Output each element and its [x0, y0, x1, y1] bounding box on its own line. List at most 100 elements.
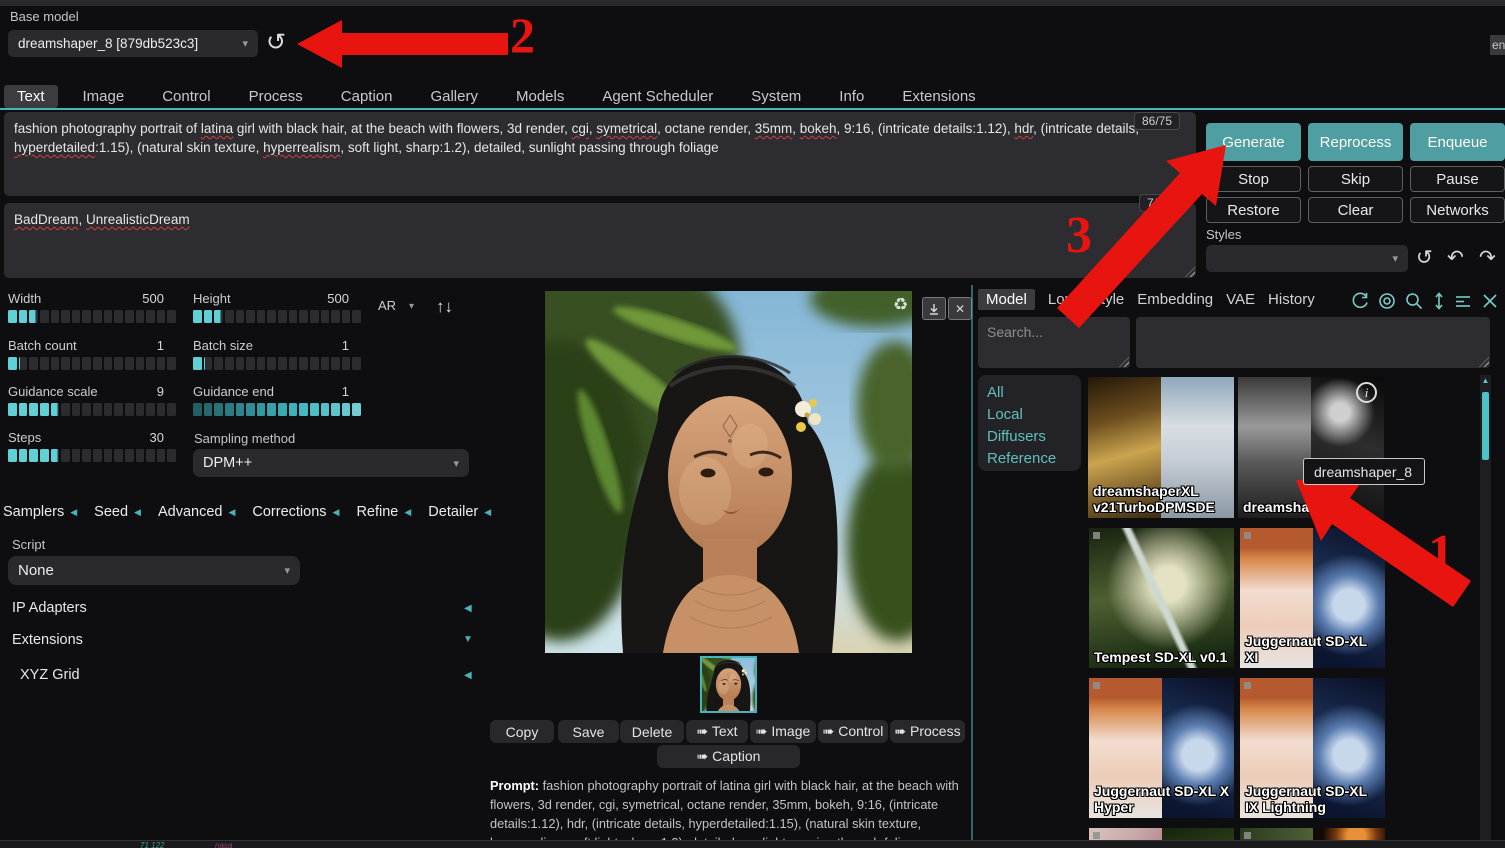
- chevron-down-icon: ▾: [409, 302, 414, 312]
- model-card[interactable]: Tempest SD-XL v0.1: [1089, 528, 1234, 668]
- networks-tab-model[interactable]: Model: [978, 289, 1035, 310]
- stop-button[interactable]: Stop: [1206, 166, 1301, 192]
- download-image-button[interactable]: [922, 297, 946, 320]
- tab-caption[interactable]: Caption: [328, 85, 406, 108]
- target-icon[interactable]: [1377, 291, 1397, 311]
- reprocess-button[interactable]: Reprocess: [1308, 123, 1403, 161]
- pause-button[interactable]: Pause: [1410, 166, 1505, 192]
- filter-local[interactable]: Local: [987, 404, 1081, 426]
- slider-width[interactable]: Width500: [8, 291, 176, 323]
- clear-button[interactable]: Clear: [1308, 197, 1403, 223]
- save-button[interactable]: Save: [558, 720, 619, 743]
- section-xyz-grid[interactable]: XYZ Grid: [20, 667, 80, 683]
- restore-button[interactable]: Restore: [1206, 197, 1301, 223]
- styles-refresh-icon[interactable]: ↺: [1416, 248, 1433, 268]
- expanded-arrow-icon[interactable]: ▼: [463, 634, 473, 645]
- info-icon[interactable]: i: [1356, 382, 1377, 403]
- collapsed-arrow-icon[interactable]: ◀: [464, 670, 472, 681]
- send-to-image-button[interactable]: ➠ Image: [750, 720, 816, 743]
- networks-tab-vae[interactable]: VAE: [1226, 291, 1255, 308]
- model-card[interactable]: Juggernaut SD-XL XI: [1240, 528, 1385, 668]
- tab-models[interactable]: Models: [503, 85, 577, 108]
- slider-guidance-end[interactable]: Guidance end1: [193, 384, 361, 416]
- networks-tab-history[interactable]: History: [1268, 291, 1315, 308]
- networks-tab-style[interactable]: Style: [1091, 291, 1124, 308]
- networks-tab-embedding[interactable]: Embedding: [1137, 291, 1213, 308]
- gallery-thumbnail[interactable]: [700, 656, 757, 713]
- scroll-up-icon[interactable]: ▲: [1480, 376, 1491, 385]
- version-badge: [1244, 832, 1251, 839]
- styles-redo-icon[interactable]: ↷: [1479, 248, 1496, 268]
- tab-extensions[interactable]: Extensions: [889, 85, 988, 108]
- close-image-button[interactable]: ✕: [948, 297, 972, 320]
- slider-batch-count[interactable]: Batch count1: [8, 338, 176, 370]
- tab-system[interactable]: System: [738, 85, 814, 108]
- model-card[interactable]: Juggernaut SD-XL IX Lightning: [1240, 678, 1385, 818]
- recycle-icon[interactable]: ♻: [893, 296, 908, 313]
- search-icon[interactable]: [1404, 291, 1424, 311]
- skip-button[interactable]: Skip: [1308, 166, 1403, 192]
- base-model-dropdown[interactable]: dreamshaper_8 [879db523c3] ▾: [8, 30, 258, 57]
- slider-steps[interactable]: Steps30: [8, 430, 176, 462]
- prompt-input[interactable]: fashion photography portrait of latina g…: [4, 112, 1196, 196]
- status-fragment: nasa: [215, 841, 232, 848]
- version-badge: [1244, 682, 1251, 689]
- section-extensions[interactable]: Extensions: [12, 632, 83, 648]
- slider-batch-size[interactable]: Batch size1: [193, 338, 361, 370]
- refresh-model-icon[interactable]: ↺: [266, 31, 286, 55]
- send-to-control-button[interactable]: ➠ Control: [818, 720, 888, 743]
- send-to-process-button[interactable]: ➠ Process: [890, 720, 965, 743]
- accordion-seed[interactable]: Seed◀: [94, 504, 141, 520]
- refresh-icon[interactable]: [1350, 291, 1370, 311]
- accordion-samplers[interactable]: Samplers◀: [3, 504, 77, 520]
- networks-button[interactable]: Networks: [1410, 197, 1505, 223]
- accordion-refine[interactable]: Refine◀: [356, 504, 411, 520]
- accordion-advanced[interactable]: Advanced◀: [158, 504, 235, 520]
- enqueue-button[interactable]: Enqueue: [1410, 123, 1505, 161]
- search-input[interactable]: Search...: [978, 317, 1130, 368]
- scrollbar-thumb[interactable]: [1482, 392, 1489, 460]
- model-card-label: Juggernaut SD-XL X Hyper: [1094, 783, 1231, 815]
- view-options-icon[interactable]: [1453, 291, 1473, 311]
- aspect-ratio-dropdown[interactable]: AR: [378, 299, 396, 312]
- sampling-method-dropdown[interactable]: DPM++ ▾: [193, 449, 469, 477]
- copy-button[interactable]: Copy: [490, 720, 554, 743]
- send-to-caption-button[interactable]: ➠ Caption: [657, 745, 800, 768]
- script-dropdown[interactable]: None ▾: [8, 556, 300, 585]
- tab-agent-scheduler[interactable]: Agent Scheduler: [589, 85, 726, 108]
- styles-dropdown[interactable]: ▾: [1206, 245, 1408, 272]
- generate-button[interactable]: Generate: [1206, 123, 1301, 161]
- networks-icon-bar: [1350, 291, 1500, 311]
- section-ip-adapters[interactable]: IP Adapters: [12, 600, 87, 616]
- accordion-detailer[interactable]: Detailer◀: [428, 504, 491, 520]
- collapsed-arrow-icon[interactable]: ◀: [464, 603, 472, 614]
- network-description-box[interactable]: [1136, 317, 1490, 368]
- slider-guidance-scale[interactable]: Guidance scale9: [8, 384, 176, 416]
- filter-diffusers[interactable]: Diffusers: [987, 426, 1081, 448]
- generated-image[interactable]: [545, 291, 912, 653]
- model-card[interactable]: dreamshaperXL v21TurboDPMSDE: [1088, 377, 1234, 518]
- model-card[interactable]: i dreamshaper_8: [1238, 377, 1384, 518]
- tab-info[interactable]: Info: [826, 85, 877, 108]
- accordion-corrections[interactable]: Corrections◀: [252, 504, 339, 520]
- styles-undo-icon[interactable]: ↶: [1447, 248, 1464, 268]
- swap-dimensions-icon[interactable]: ↑↓: [436, 298, 453, 315]
- filter-reference[interactable]: Reference: [987, 448, 1081, 470]
- close-icon[interactable]: [1480, 291, 1500, 311]
- tab-process[interactable]: Process: [236, 85, 316, 108]
- send-to-text-button[interactable]: ➠ Text: [686, 720, 748, 743]
- annotation-number-1: 1: [1428, 528, 1454, 580]
- model-card[interactable]: Juggernaut SD-XL X Hyper: [1089, 678, 1234, 818]
- slider-height[interactable]: Height500: [193, 291, 361, 323]
- negative-prompt-input[interactable]: BadDream, UnrealisticDream: [4, 203, 1196, 278]
- delete-button[interactable]: Delete: [620, 720, 684, 743]
- tab-text[interactable]: Text: [4, 85, 58, 108]
- filter-all[interactable]: All: [987, 382, 1081, 404]
- networks-tab-lora[interactable]: Lora: [1048, 291, 1078, 308]
- tab-control[interactable]: Control: [149, 85, 223, 108]
- tab-gallery[interactable]: Gallery: [417, 85, 491, 108]
- model-card-label: dreamshaperXL v21TurboDPMSDE: [1093, 483, 1231, 515]
- model-card-label: dreamshaper_8: [1243, 499, 1381, 515]
- resize-vertical-icon[interactable]: [1432, 291, 1446, 311]
- tab-image[interactable]: Image: [70, 85, 138, 108]
